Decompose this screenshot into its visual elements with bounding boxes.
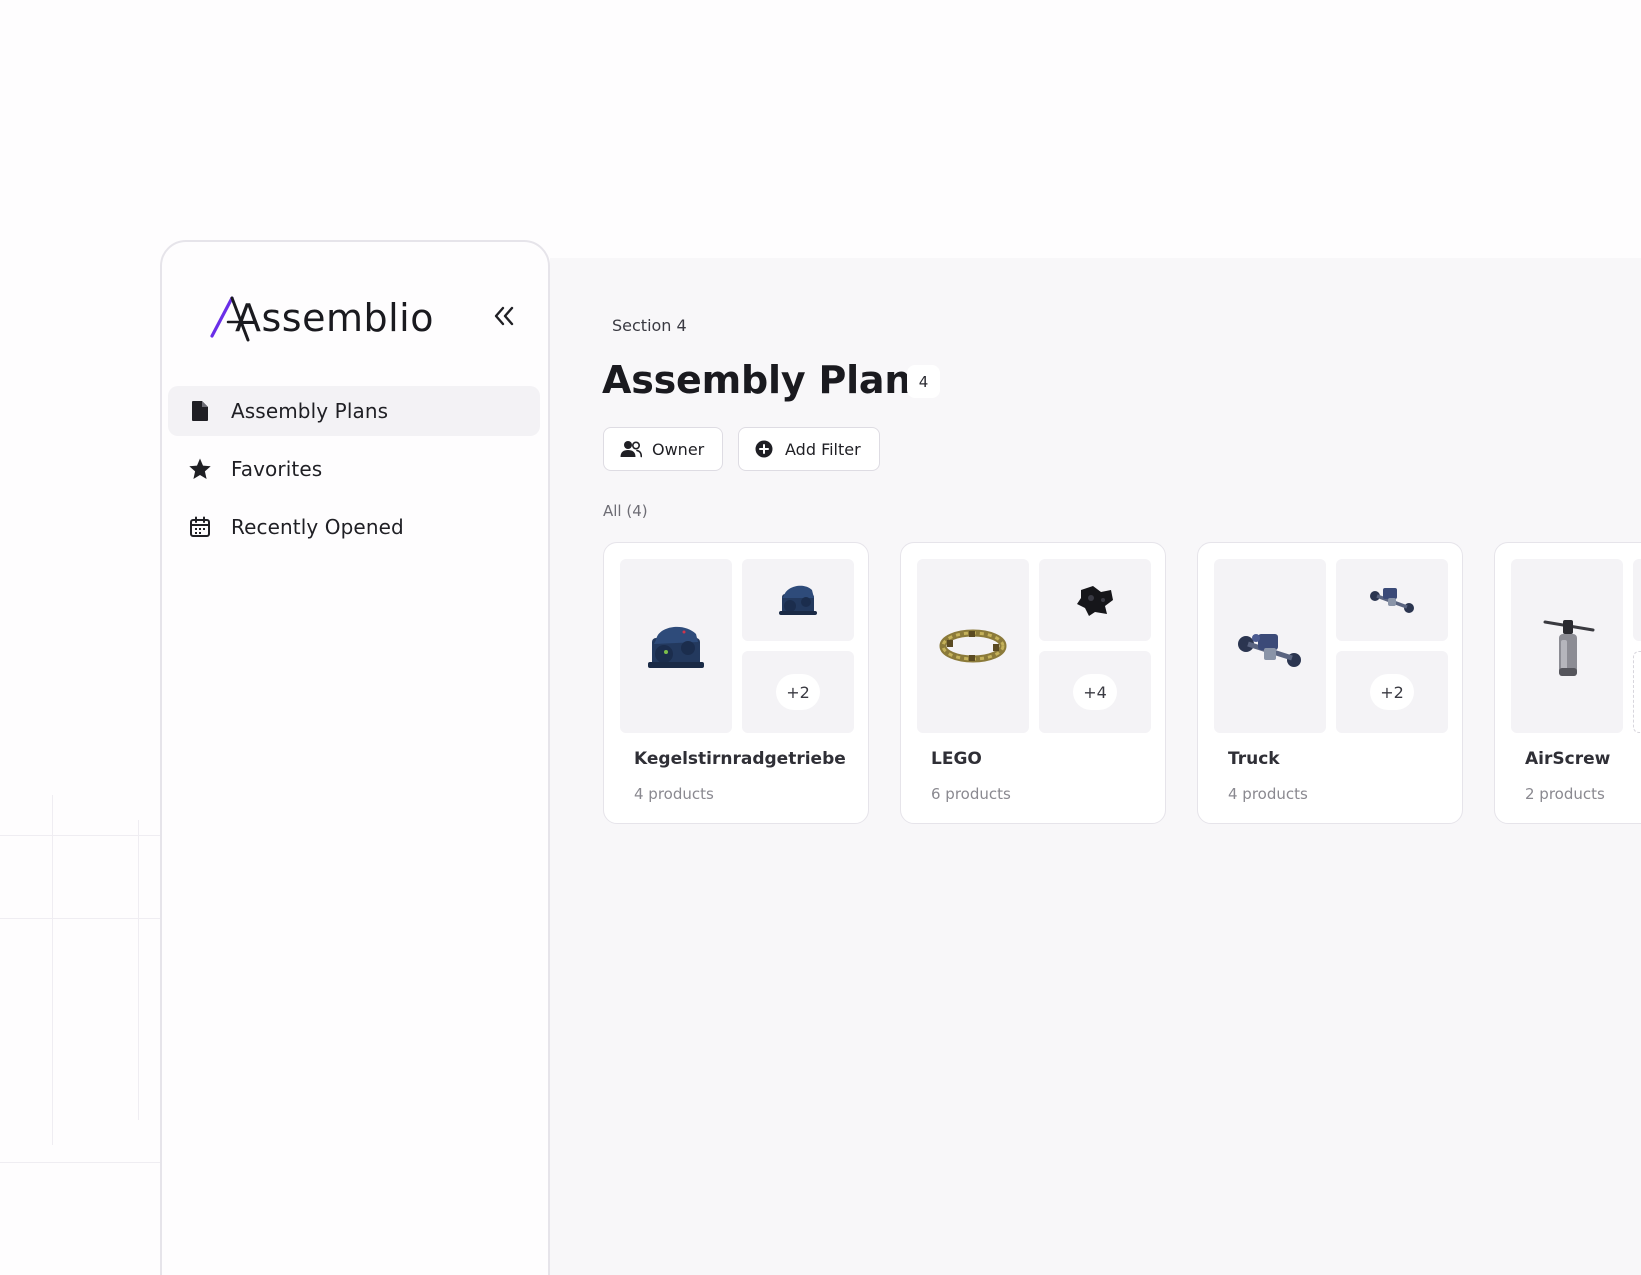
card-title: AirScrew xyxy=(1525,749,1611,769)
app-logo[interactable]: Assemblio xyxy=(210,294,440,342)
users-icon xyxy=(620,440,642,458)
collapse-sidebar-button[interactable] xyxy=(490,302,518,330)
more-count: +4 xyxy=(1073,674,1117,710)
sidebar: Assemblio Assembly Plans Favorites Recen… xyxy=(160,240,550,1275)
airscrew-image xyxy=(1511,559,1623,733)
sidebar-item-label: Recently Opened xyxy=(231,515,404,539)
section-label: All (4) xyxy=(603,502,648,520)
star-icon xyxy=(188,457,212,481)
bg-grid-line xyxy=(0,1162,180,1163)
more-products-tile: +2 xyxy=(1336,651,1448,733)
card-subtitle: 6 products xyxy=(931,785,1011,803)
plan-card-truck[interactable]: +2 Truck 4 products xyxy=(1197,542,1463,824)
sidebar-item-assembly-plans[interactable]: Assembly Plans xyxy=(168,386,540,436)
count-badge: 4 xyxy=(907,365,940,398)
sidebar-nav: Assembly Plans Favorites Recently Opened xyxy=(168,386,540,560)
plan-card-lego[interactable]: +4 LEGO 6 products xyxy=(900,542,1166,824)
bg-grid-line xyxy=(0,918,160,919)
double-chevron-left-icon xyxy=(494,306,514,326)
sidebar-item-label: Assembly Plans xyxy=(231,399,389,423)
bg-grid-line xyxy=(0,835,160,836)
truck-axle-image xyxy=(1214,559,1326,733)
app-window: Assemblio Assembly Plans Favorites Recen… xyxy=(0,0,1641,1275)
card-title: Kegelstirnradgetriebe xyxy=(634,749,846,769)
more-products-tile: +2 xyxy=(742,651,854,733)
card-title: Truck xyxy=(1228,749,1280,769)
lego-ring-image xyxy=(917,559,1029,733)
plus-circle-icon xyxy=(755,440,773,458)
lego-parts-image xyxy=(1039,559,1151,641)
more-count: +2 xyxy=(776,674,820,710)
gearbox-image xyxy=(742,559,854,641)
more-products-tile: +4 xyxy=(1039,651,1151,733)
card-title: LEGO xyxy=(931,749,982,769)
page-title: Assembly Plans xyxy=(602,358,934,402)
logo-text: Assemblio xyxy=(235,296,434,340)
breadcrumb[interactable]: Section 4 xyxy=(612,316,687,335)
more-count: +2 xyxy=(1370,674,1414,710)
file-icon xyxy=(188,399,212,423)
sidebar-item-favorites[interactable]: Favorites xyxy=(168,444,540,494)
sidebar-item-label: Favorites xyxy=(231,457,323,481)
card-subtitle: 4 products xyxy=(634,785,714,803)
sidebar-item-recently-opened[interactable]: Recently Opened xyxy=(168,502,540,552)
airscrew-image xyxy=(1633,559,1641,641)
gearbox-image xyxy=(620,559,732,733)
card-subtitle: 2 products xyxy=(1525,785,1605,803)
card-subtitle: 4 products xyxy=(1228,785,1308,803)
calendar-icon xyxy=(188,515,212,539)
bg-grid-line xyxy=(138,820,139,1120)
truck-axle-image xyxy=(1336,559,1448,641)
more-products-tile xyxy=(1633,651,1641,733)
plan-card-airscrew[interactable]: AirScrew 2 products xyxy=(1494,542,1641,824)
plan-card-kegelstirnradgetriebe[interactable]: +2 Kegelstirnradgetriebe 4 products xyxy=(603,542,869,824)
add-filter-label: Add Filter xyxy=(785,439,861,459)
owner-filter-button[interactable]: Owner xyxy=(603,427,723,471)
owner-filter-label: Owner xyxy=(652,439,705,459)
bg-grid-line xyxy=(52,795,53,1145)
add-filter-button[interactable]: Add Filter xyxy=(738,427,880,471)
